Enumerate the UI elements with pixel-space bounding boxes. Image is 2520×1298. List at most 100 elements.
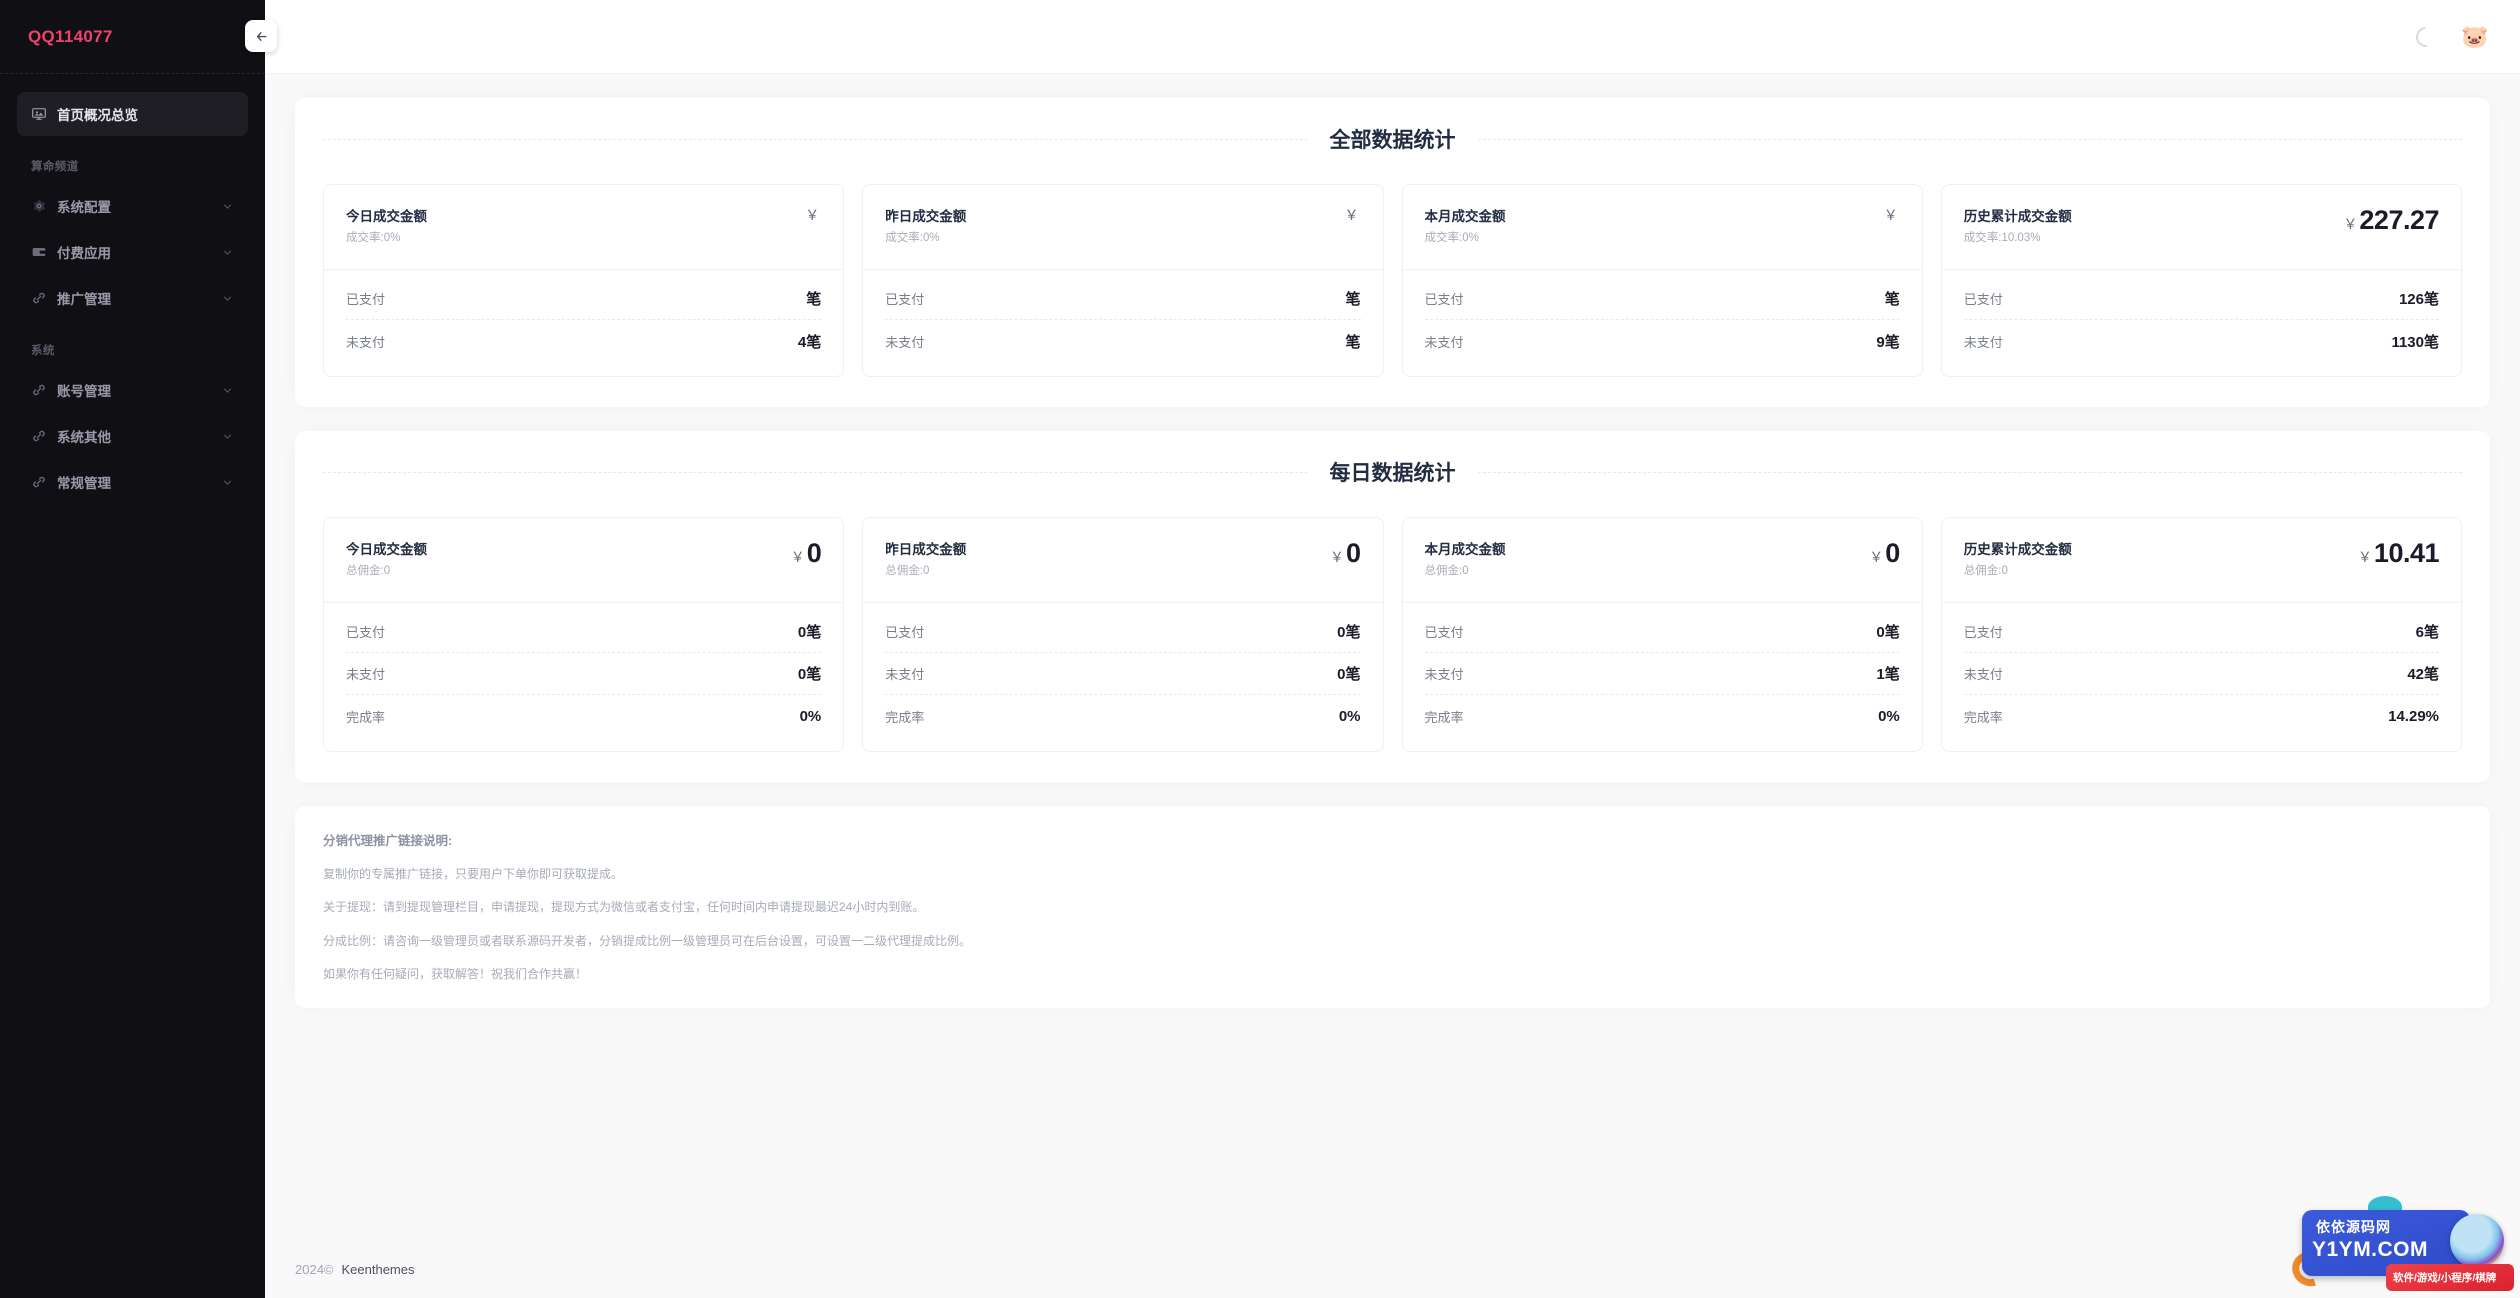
stat-card-body: 已支付 0笔 未支付 0笔 完成率 0%: [324, 603, 843, 751]
stat-card[interactable]: 历史累计成交金额 总佣金:0 ￥ 10.41 已支付 6笔 未支付 42笔 完成…: [1940, 517, 2462, 752]
stat-card-subtitle: 总佣金:0: [1424, 565, 1469, 577]
stat-card[interactable]: 今日成交金额 成交率:0% ￥ 已支付 笔 未支付 4笔: [323, 184, 845, 377]
sidebar-item-home-label: 首页概况总览: [57, 108, 138, 123]
section-title-all: 全部数据统计: [1329, 129, 1456, 152]
arrow-left-icon: [256, 31, 267, 41]
chevron-down-icon: [221, 200, 234, 213]
sidebar-item-account-label: 账号管理: [57, 384, 111, 399]
stat-row-label: 已支付: [1963, 625, 2003, 640]
stat-card-body: 已支付 笔 未支付 9笔: [1403, 270, 1922, 376]
app-root: QQ114077 首页概况总览 算命频道 系统配置 付费应用 推广管理 系统 账…: [0, 0, 2520, 1298]
stat-row: 已支付 笔: [1424, 278, 1900, 320]
stat-card[interactable]: 今日成交金额 总佣金:0 ￥ 0 已支付 0笔 未支付 0笔 完成率 0%: [323, 517, 845, 752]
sidebar: QQ114077 首页概况总览 算命频道 系统配置 付费应用 推广管理 系统 账…: [0, 0, 265, 1298]
stat-row-value: 42笔: [2407, 666, 2439, 683]
stat-row: 完成率 0%: [346, 695, 821, 737]
stat-row-label: 未支付: [346, 667, 386, 682]
gear-icon: [31, 198, 57, 214]
sidebar-menu: 首页概况总览 算命频道 系统配置 付费应用 推广管理 系统 账号管理 系统其他 …: [0, 74, 265, 506]
sidebar-item-general[interactable]: 常规管理: [17, 460, 248, 504]
stat-card-title: 今日成交金额: [346, 542, 427, 557]
sidebar-item-account[interactable]: 账号管理: [17, 368, 248, 412]
stat-card-subtitle: 成交率:10.03%: [1963, 232, 2041, 244]
stat-card-head: 今日成交金额 总佣金:0 ￥ 0: [324, 518, 844, 603]
link-icon: [31, 290, 57, 306]
stat-row: 完成率 14.29%: [1964, 695, 2439, 737]
stat-row-label: 已支付: [1424, 625, 1464, 640]
stat-card-title: 历史累计成交金额: [1963, 209, 2072, 224]
stat-card-amount: ￥: [1884, 205, 1900, 225]
stat-card-amount: ￥: [1345, 205, 1361, 225]
avatar[interactable]: 🐷: [2460, 22, 2490, 52]
stat-row-value: 9笔: [1876, 333, 1900, 351]
currency-symbol: ￥: [1883, 207, 1898, 223]
amount-value: 227.27: [2359, 205, 2439, 235]
stat-card[interactable]: 本月成交金额 总佣金:0 ￥ 0 已支付 0笔 未支付 1笔 完成率 0%: [1401, 517, 1923, 752]
section-title-daily: 每日数据统计: [1329, 462, 1456, 485]
sidebar-item-promotion[interactable]: 推广管理: [17, 276, 248, 320]
notes-line: 复制你的专属推广链接，只要用户下单你即可获取提成。: [323, 867, 624, 881]
stat-row-value: 0笔: [797, 624, 822, 641]
stat-row-label: 完成率: [346, 709, 386, 725]
stat-card-body: 已支付 笔 未支付 4笔: [324, 270, 843, 376]
stat-row-value: 14.29%: [2388, 707, 2439, 725]
stat-card-head: 昨日成交金额 总佣金:0 ￥ 0: [863, 518, 1383, 603]
stat-row: 已支付 0笔: [1424, 611, 1900, 653]
stat-row-value: 0%: [799, 707, 822, 725]
topbar: 🐷: [265, 0, 2520, 74]
stat-row-value: 0%: [1338, 707, 1361, 725]
stat-row-value: 0笔: [797, 666, 822, 683]
amount-value: 0: [1885, 538, 1900, 568]
notes-line: 分成比例：请咨询一级管理员或者联系源码开发者，分销提成比例一级管理员可在后台设置…: [323, 933, 972, 948]
stat-card[interactable]: 昨日成交金额 成交率:0% ￥ 已支付 笔 未支付 笔: [862, 184, 1384, 377]
sidebar-group-title-0: 算命频道: [31, 161, 79, 173]
stat-card-title: 昨日成交金额: [885, 542, 967, 557]
stat-card-head: 历史累计成交金额 总佣金:0 ￥ 10.41: [1941, 518, 2461, 603]
stat-card-amount: ￥ 0: [791, 538, 822, 569]
stat-card[interactable]: 历史累计成交金额 成交率:10.03% ￥ 227.27 已支付 126笔 未支…: [1940, 184, 2462, 377]
stat-row: 已支付 0笔: [885, 611, 1361, 653]
stat-row-value: 0笔: [1337, 624, 1361, 641]
stat-card-amount: ￥ 0: [1869, 538, 1900, 569]
wallet-icon: [31, 244, 57, 260]
stat-card[interactable]: 本月成交金额 成交率:0% ￥ 已支付 笔 未支付 9笔: [1401, 184, 1923, 377]
divider-left: [323, 138, 1308, 140]
stat-card-subtitle: 总佣金:0: [1963, 565, 2008, 577]
chevron-down-icon: [221, 246, 234, 259]
cards-row-all: 今日成交金额 成交率:0% ￥ 已支付 笔 未支付 4笔 昨日成交金额 成交率:…: [323, 184, 2462, 377]
stat-card-head: 昨日成交金额 成交率:0% ￥: [863, 185, 1383, 270]
stat-row: 未支付 1130笔: [1964, 320, 2439, 362]
chevron-down-icon: [221, 476, 234, 489]
stat-row: 未支付 笔: [885, 320, 1360, 362]
currency-symbol: ￥: [805, 207, 820, 223]
stat-row-label: 完成率: [1424, 709, 1464, 725]
app-logo[interactable]: QQ114077: [28, 27, 113, 47]
stat-row-value: 0笔: [1337, 666, 1361, 683]
stat-row-label: 完成率: [885, 709, 925, 725]
sidebar-item-home[interactable]: 首页概况总览: [17, 92, 248, 136]
sidebar-item-paid-apps[interactable]: 付费应用: [17, 230, 248, 274]
stat-row: 未支付 9笔: [1425, 320, 1900, 362]
stat-card[interactable]: 昨日成交金额 总佣金:0 ￥ 0 已支付 0笔 未支付 0笔 完成率 0%: [862, 517, 1384, 752]
notes-line: 关于提现：请到提现管理栏目，申请提现，提现方式为微信或者支付宝，任何时间内申请提…: [323, 900, 925, 915]
stat-row-value: 1笔: [1876, 666, 1900, 683]
stat-row-value: 0笔: [1876, 624, 1900, 641]
stat-row-value: 126笔: [2398, 291, 2439, 308]
sidebar-collapse-button[interactable]: [245, 20, 277, 52]
currency-symbol: ￥: [1869, 549, 1884, 565]
stat-row: 未支付 4笔: [346, 320, 821, 362]
stat-card-amount: ￥: [805, 205, 821, 225]
amount-value: 10.41: [2373, 538, 2440, 568]
monitor-icon: [31, 106, 57, 122]
stat-row: 未支付 1笔: [1424, 653, 1900, 695]
stat-card-title: 本月成交金额: [1424, 542, 1506, 557]
stat-row: 完成率 0%: [1425, 695, 1900, 737]
stat-row-label: 未支付: [346, 334, 386, 350]
stat-row: 完成率 0%: [885, 695, 1360, 737]
footer: 2024© Keenthemes: [265, 1240, 2520, 1298]
stat-row-label: 未支付: [885, 334, 925, 350]
footer-brand[interactable]: Keenthemes: [342, 1262, 415, 1277]
stat-row: 已支付 笔: [346, 278, 822, 320]
sidebar-item-system-other[interactable]: 系统其他: [17, 414, 248, 458]
sidebar-item-system-config[interactable]: 系统配置: [17, 184, 248, 228]
